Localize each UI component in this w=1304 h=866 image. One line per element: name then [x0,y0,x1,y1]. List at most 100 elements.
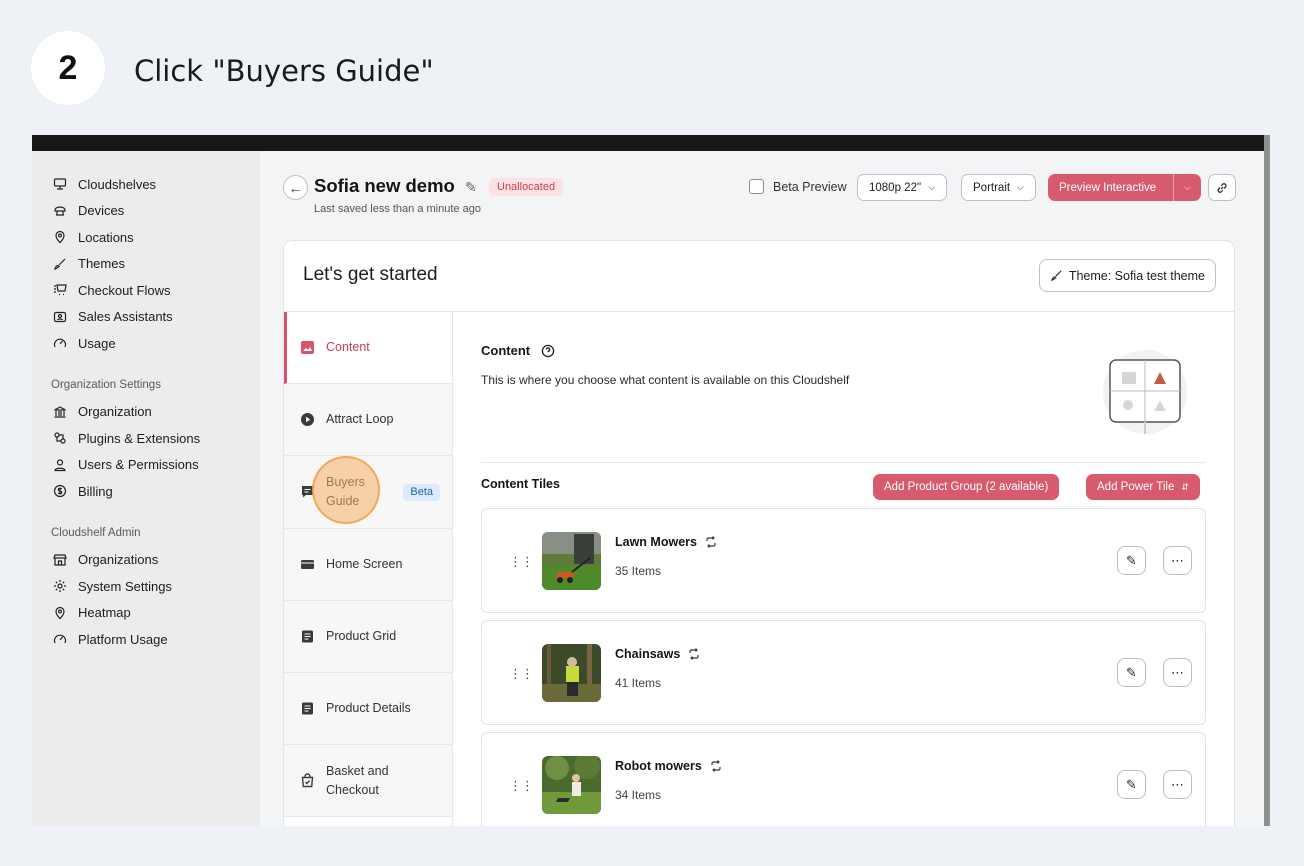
copy-link-button[interactable] [1208,174,1236,201]
preview-interactive-button[interactable]: Preview Interactive ⌵ [1048,174,1201,201]
tab-basket-and-checkout[interactable]: Basket and Checkout [284,745,452,818]
edit-title-pencil-icon[interactable]: ✎ [465,179,477,196]
sidebar-item-checkout-flows[interactable]: Checkout Flows [32,277,260,304]
sidebar-item-label: Heatmap [78,605,131,621]
drag-handle-icon[interactable]: ⋮⋮ [509,666,534,682]
edit-tile-button[interactable]: ✎ [1117,546,1146,575]
resolution-value: 1080p 22" [869,181,922,194]
tab-label: Home Screen [326,556,403,571]
tile-more-button[interactable]: ⋯ [1163,658,1192,687]
bank-icon [53,405,67,419]
document-icon [300,701,315,716]
play-icon [300,412,315,427]
sidebar-item-usage[interactable]: Usage [32,330,260,357]
tile-more-button[interactable]: ⋯ [1163,770,1192,799]
id-card-icon [53,310,67,324]
card-title: Let's get started [303,264,438,285]
scrollbar[interactable] [1264,135,1270,826]
tile-name-text: Robot mowers [615,759,702,773]
tile-name: Chainsaws [615,647,701,661]
sidebar-item-users-permissions[interactable]: Users & Permissions [32,452,260,479]
top-bar [32,135,1270,151]
sidebar-item-label: Organization [78,404,152,420]
tab-product-details[interactable]: Product Details [284,672,452,746]
drag-handle-icon[interactable]: ⋮⋮ [509,554,534,570]
sidebar-item-devices[interactable]: Devices [32,198,260,225]
location-pin-icon [53,606,67,620]
user-icon [53,458,67,472]
tab-buyers-guide[interactable]: Buyers Guide Beta [284,456,452,529]
pencil-icon: ✎ [1126,664,1137,680]
beta-preview-checkbox[interactable] [749,179,764,194]
sidebar-item-locations[interactable]: Locations [32,224,260,251]
add-power-tile-label: Add Power Tile [1097,481,1175,493]
tile-item-count: 35 Items [615,564,662,578]
sidebar-item-platform-usage[interactable]: Platform Usage [32,626,260,653]
add-product-group-button[interactable]: Add Product Group (2 available) [873,474,1060,500]
edit-tile-button[interactable]: ✎ [1117,770,1146,799]
devices-icon [53,204,67,218]
cloudshelf-illustration [1102,348,1188,436]
chevron-down-icon: ⌵ [1017,182,1024,192]
beta-preview-toggle: Beta Preview [749,179,847,194]
sidebar-item-label: Billing [78,483,113,499]
theme-button[interactable]: Theme: Sofia test theme [1038,259,1216,292]
resolution-select[interactable]: 1080p 22" ⌵ [857,174,947,201]
sidebar-item-label: Cloudshelves [78,176,157,192]
store-icon [53,553,67,567]
tile-thumbnail [542,644,601,702]
back-button[interactable]: ← [283,175,308,200]
pencil-icon: ✎ [1126,552,1137,568]
tile-name: Robot mowers [615,759,723,773]
content-panel: Content This is where you choose what co… [481,312,1206,826]
tile-thumbnail [542,756,601,814]
sidebar-item-organization[interactable]: Organization [32,399,260,426]
sidebar-item-organizations[interactable]: Organizations [32,547,260,574]
sidebar-item-billing[interactable]: Billing [32,478,260,505]
sidebar-item-cloudshelves[interactable]: Cloudshelves [32,171,260,198]
sync-icon [711,760,721,772]
location-pin-icon [53,230,67,244]
orientation-select[interactable]: Portrait ⌵ [961,174,1036,201]
orientation-value: Portrait [973,181,1011,194]
tab-label: Attract Loop [326,412,394,427]
content-tile: ⋮⋮ Lawn Mowers 35 Items ✎ ⋯ [481,508,1206,613]
card-header: Let's get started Theme: Sofia test them… [284,241,1234,312]
tab-label: Buyers Guide [326,474,365,508]
more-horizontal-icon: ⋯ [1171,664,1184,680]
help-icon[interactable] [541,344,555,358]
more-horizontal-icon: ⋯ [1171,776,1184,792]
drag-handle-icon[interactable]: ⋮⋮ [509,778,534,794]
sidebar-item-plugins-extensions[interactable]: Plugins & Extensions [32,425,260,452]
sidebar-item-system-settings[interactable]: System Settings [32,573,260,600]
tab-label: Product Grid [326,628,397,643]
preview-dropdown-chevron-icon[interactable]: ⌵ [1173,174,1201,201]
page-title: Sofia new demo [314,175,455,196]
sidebar-item-label: Locations [78,229,134,245]
sidebar-item-label: Platform Usage [78,631,168,647]
tab-content[interactable]: Content [284,312,452,385]
tab-attract-loop[interactable]: Attract Loop [284,384,452,457]
edit-tile-button[interactable]: ✎ [1117,658,1146,687]
step-instruction: Click "Buyers Guide" [134,54,434,88]
document-icon [300,629,315,644]
add-power-tile-button[interactable]: Add Power Tile ⇵ [1086,474,1200,500]
tile-thumbnail [542,532,601,590]
tab-home-screen[interactable]: Home Screen [284,528,452,601]
sidebar-item-sales-assistants[interactable]: Sales Assistants [32,304,260,331]
step-number-badge: 2 [31,31,105,105]
brush-icon [1050,270,1062,282]
sidebar-item-label: Sales Assistants [78,309,173,325]
tab-product-grid[interactable]: Product Grid [284,600,452,673]
cloudshelves-icon [53,177,67,191]
shopping-bag-icon [300,773,315,788]
tile-more-button[interactable]: ⋯ [1163,546,1192,575]
setup-tabs: Content Attract Loop Buyers Guide Beta H… [284,312,453,826]
sidebar-item-themes[interactable]: Themes [32,251,260,278]
section-heading-cloudshelf-admin: Cloudshelf Admin [51,526,141,539]
tab-label: Product Details [326,701,411,716]
image-gallery-icon [300,340,315,355]
beta-preview-label: Beta Preview [773,179,847,194]
tile-name: Lawn Mowers [615,535,718,549]
sidebar-item-heatmap[interactable]: Heatmap [32,600,260,627]
